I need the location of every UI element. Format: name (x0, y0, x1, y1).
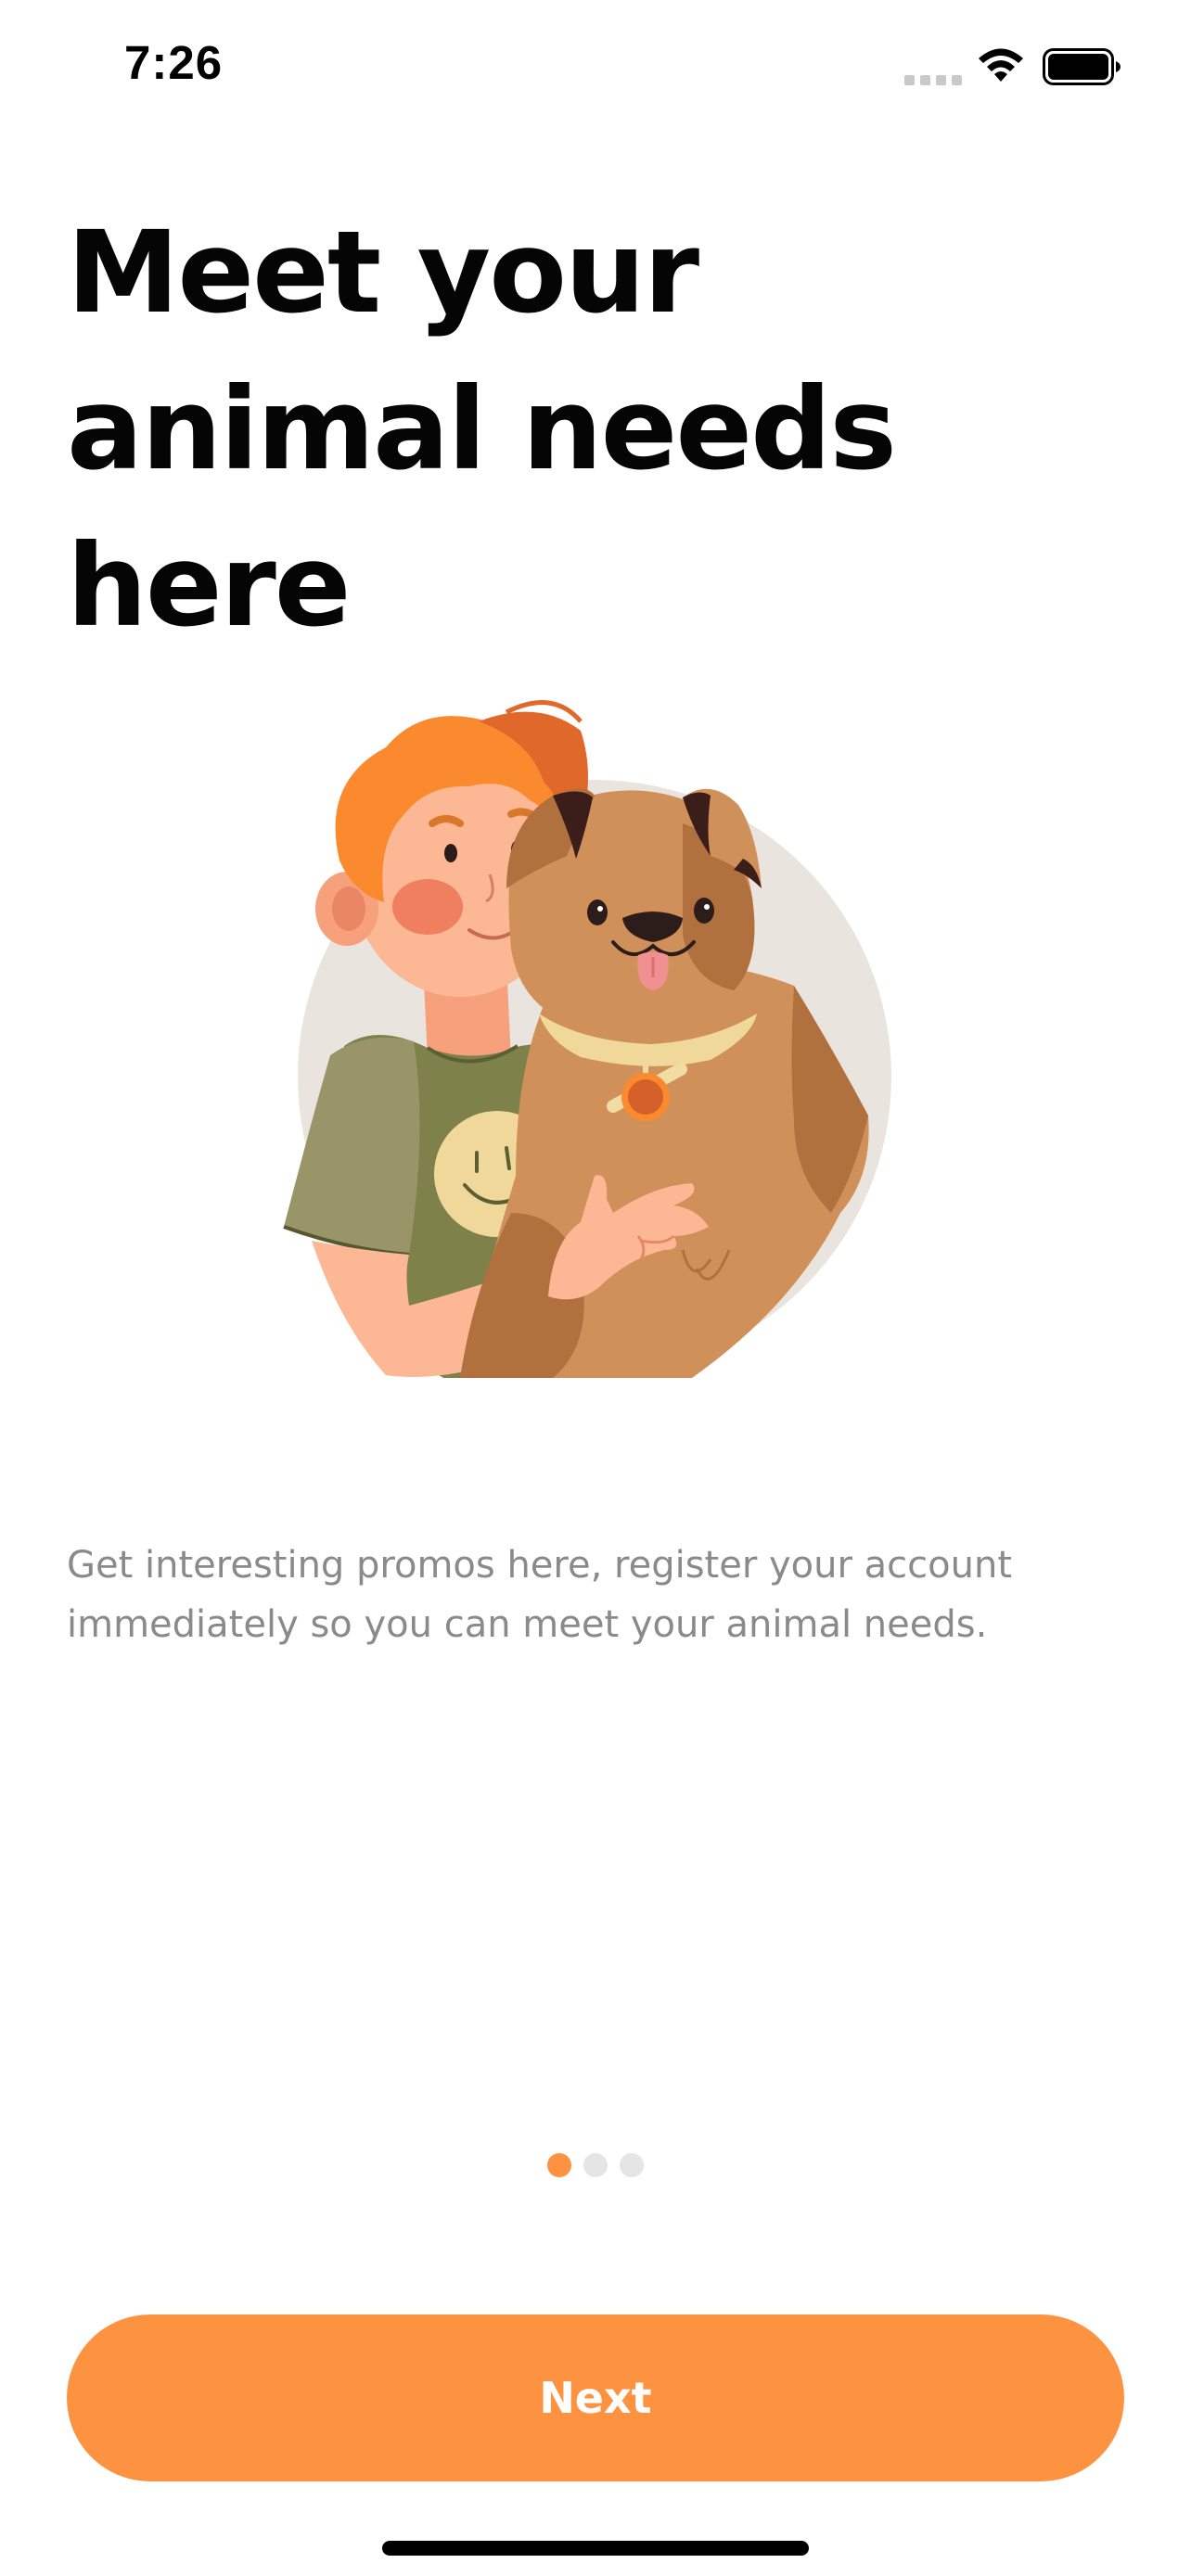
wifi-icon (979, 48, 1023, 82)
status-bar: 7:26 (0, 0, 1191, 139)
description-line: immediately so you can meet your animal … (67, 1603, 988, 1646)
page-title: Meet your animal needs here (67, 195, 1124, 665)
page-indicator (547, 2153, 649, 2177)
battery-icon (1043, 48, 1121, 85)
description-line: Get interesting promos here, register yo… (67, 1544, 1013, 1587)
page-dot[interactable] (620, 2153, 644, 2177)
page-dot-active[interactable] (547, 2153, 571, 2177)
page-dot[interactable] (583, 2153, 608, 2177)
title-line: animal needs (67, 363, 897, 495)
onboarding-description: Get interesting promos here, register yo… (67, 1536, 1124, 1654)
next-button[interactable]: Next (67, 2315, 1124, 2481)
title-line: here (67, 520, 352, 652)
boy-hugging-dog-illustration (283, 700, 891, 1378)
title-line: Meet your (67, 207, 699, 338)
cellular-signal-icon (904, 75, 962, 85)
status-time: 7:26 (124, 36, 224, 89)
home-indicator[interactable] (382, 2541, 809, 2556)
